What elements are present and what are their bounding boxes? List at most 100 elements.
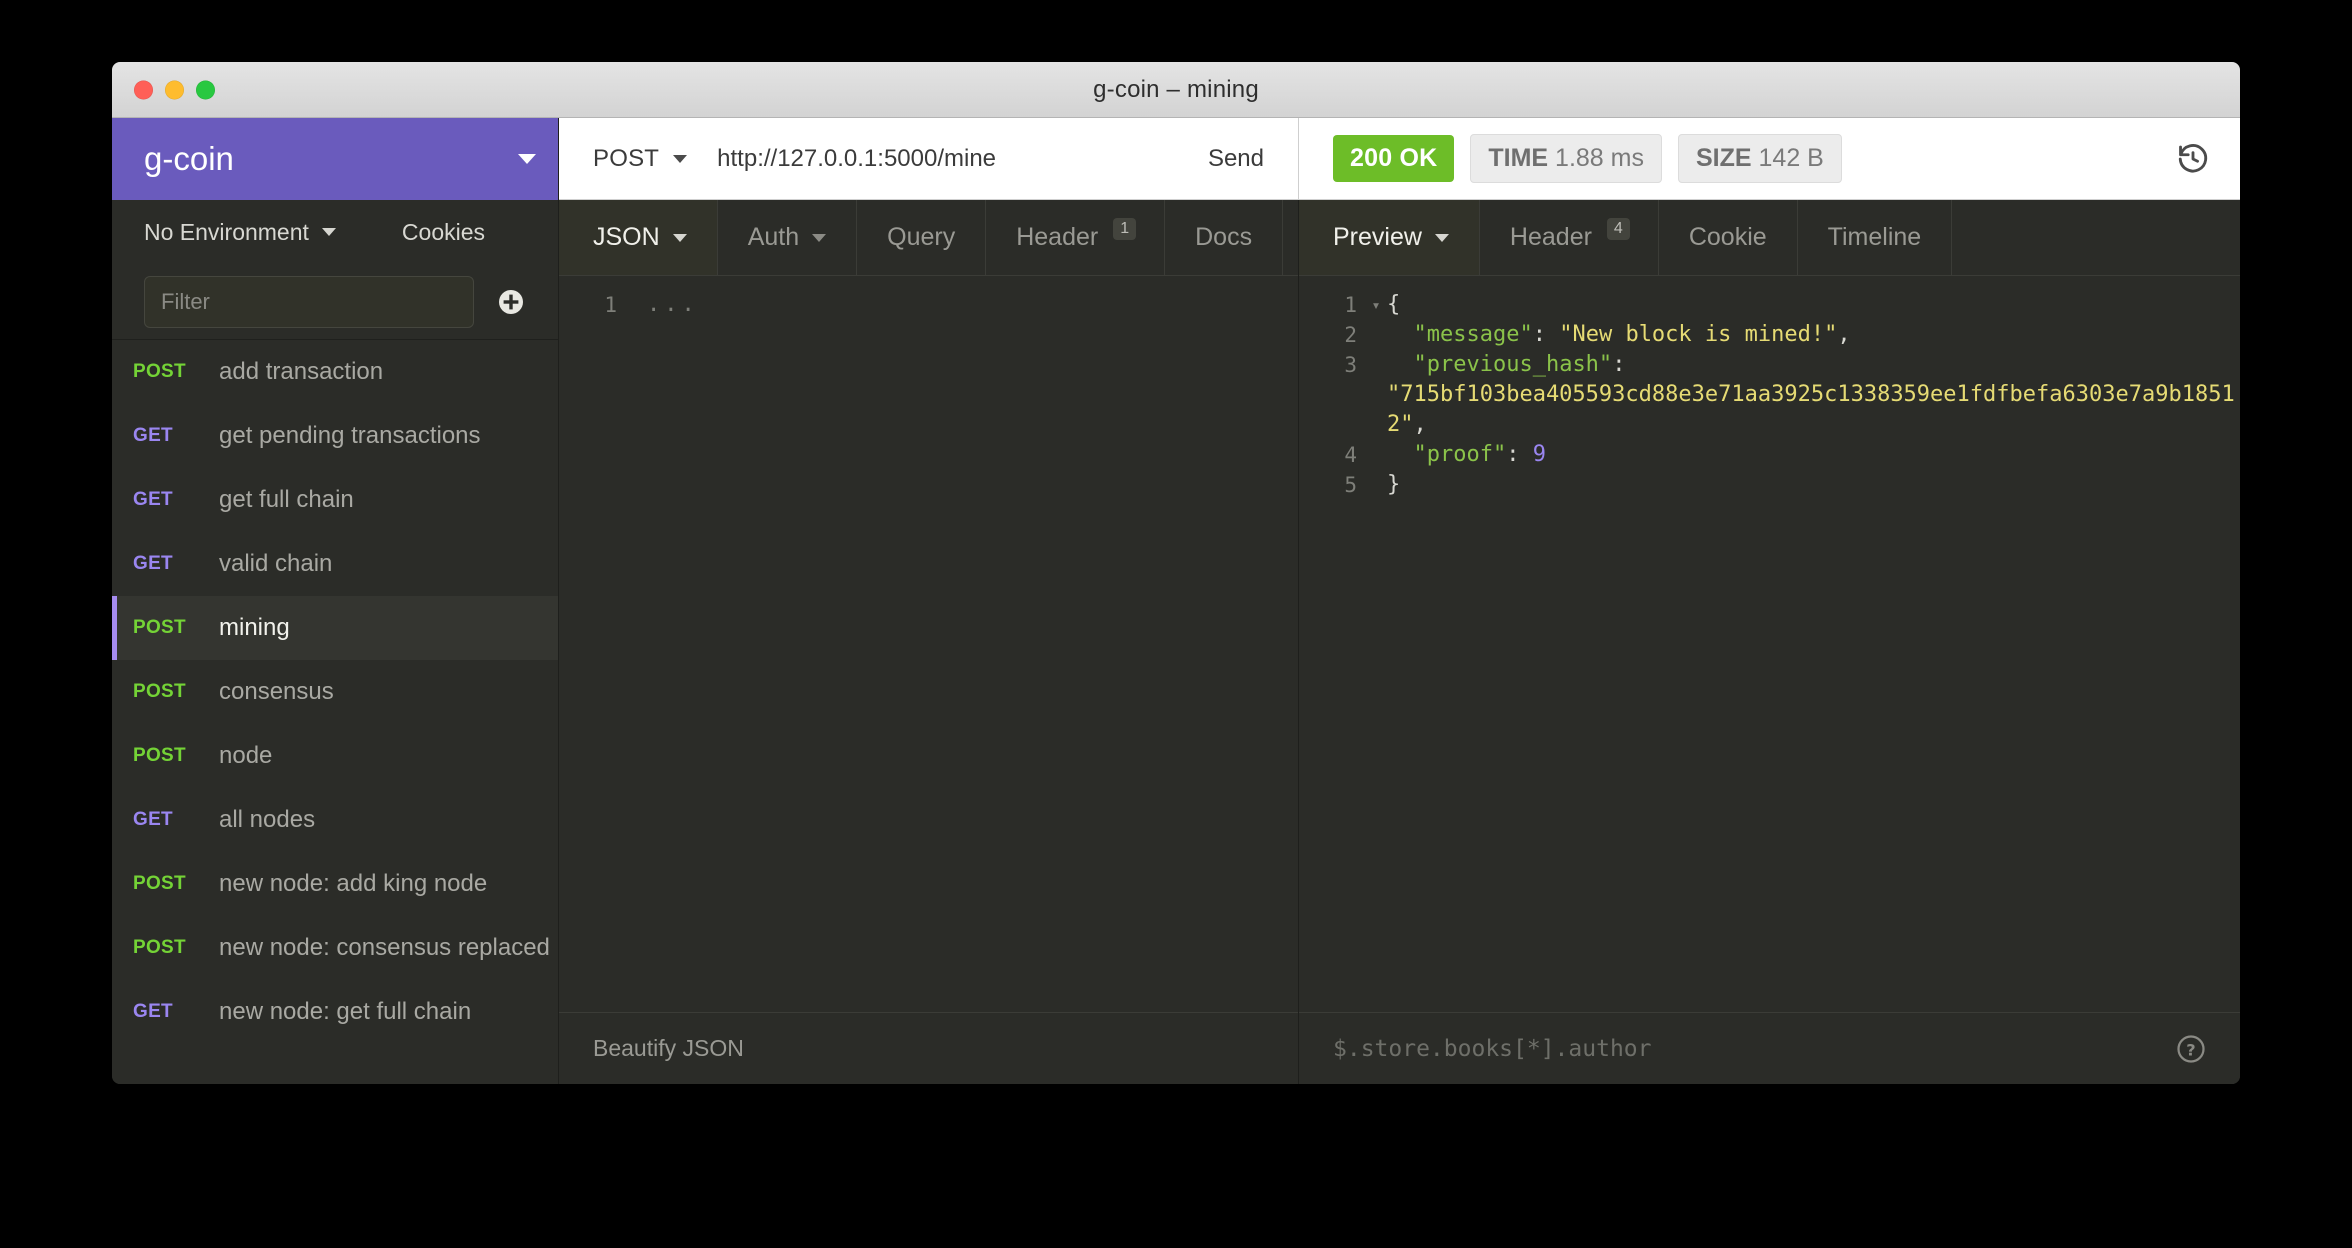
code-line-text: } [1387, 470, 1400, 500]
tab-label: Header [1016, 223, 1098, 252]
request-name-label: new node: add king node [219, 870, 487, 898]
json-token-number: 9 [1533, 442, 1546, 467]
title-bar: g-coin – mining [112, 62, 2240, 118]
line-number: 4 [1309, 440, 1365, 470]
tab-label: JSON [593, 223, 660, 252]
environment-selector[interactable]: No Environment [144, 219, 336, 246]
request-list-item[interactable]: GETget pending transactions [112, 404, 558, 468]
status-badge: 200 OK [1333, 135, 1454, 182]
traffic-lights [134, 80, 215, 99]
tab-label: Auth [748, 223, 799, 252]
request-list-item[interactable]: GETvalid chain [112, 532, 558, 596]
line-number: 3 [1309, 350, 1365, 380]
tab-badge: 1 [1113, 218, 1136, 240]
tab-bar-spacer [1283, 200, 1298, 275]
url-input[interactable] [717, 145, 1188, 173]
request-list-item[interactable]: POSTmining [112, 596, 558, 660]
size-label: SIZE [1696, 144, 1752, 172]
json-token-string: "New block is mined!" [1559, 322, 1837, 347]
request-name-label: node [219, 742, 272, 770]
tab-cookie[interactable]: Cookie [1659, 200, 1798, 275]
tab-badge: 4 [1607, 218, 1630, 240]
time-label: TIME [1488, 144, 1548, 172]
beautify-json-button[interactable]: Beautify JSON [593, 1035, 744, 1062]
send-button[interactable]: Send [1188, 145, 1298, 173]
response-filter-input[interactable] [1333, 1036, 2176, 1062]
tab-preview[interactable]: Preview [1299, 200, 1480, 275]
panes: JSON Auth Query Header 1 Docs 1 ... Beautify … [559, 200, 2240, 1084]
json-token-punct: : [1533, 322, 1560, 347]
environment-bar: No Environment Cookies [112, 200, 558, 264]
chevron-down-icon [1435, 234, 1449, 242]
method-selector[interactable]: POST [593, 145, 687, 173]
window-body: g-coin No Environment Cookies [112, 118, 2240, 1084]
line-number: 1 [1309, 290, 1365, 320]
chevron-down-icon [322, 228, 336, 236]
line-number: 5 [1309, 470, 1365, 500]
tab-timeline[interactable]: Timeline [1798, 200, 1953, 275]
tab-header[interactable]: Header 1 [986, 200, 1165, 275]
code-line: 4 "proof": 9 [1299, 440, 2240, 470]
request-method-label: GET [133, 809, 219, 831]
chevron-down-icon [673, 234, 687, 242]
help-circle-icon[interactable]: ? [2176, 1034, 2206, 1064]
request-list-item[interactable]: POSTnode [112, 724, 558, 788]
request-list-item[interactable]: GETall nodes [112, 788, 558, 852]
code-line-text: "previous_hash": [1387, 350, 1639, 380]
tab-query[interactable]: Query [857, 200, 986, 275]
request-name-label: mining [219, 614, 290, 642]
request-method-label: POST [133, 745, 219, 767]
request-list-item[interactable]: POSTconsensus [112, 660, 558, 724]
tab-auth[interactable]: Auth [718, 200, 857, 275]
request-name-label: new node: consensus replaced [219, 934, 550, 962]
cookies-button[interactable]: Cookies [402, 219, 485, 246]
request-name-label: add transaction [219, 358, 383, 386]
request-method-label: GET [133, 553, 219, 575]
tab-header[interactable]: Header4 [1480, 200, 1659, 275]
svg-text:?: ? [2186, 1040, 2195, 1059]
filter-row [112, 264, 558, 340]
request-body-placeholder: ... [647, 290, 699, 320]
status-section: 200 OK TIME 1.88 ms SIZE 142 B [1299, 118, 2240, 199]
response-body-viewer: 1▾{2 "message": "New block is mined!",3 … [1299, 276, 2240, 1012]
code-line: 5} [1299, 470, 2240, 500]
request-list-item[interactable]: POSTnew node: consensus replaced [112, 916, 558, 980]
request-list-item[interactable]: POSTnew node: add king node [112, 852, 558, 916]
code-line-text: "715bf103bea405593cd88e3e71aa3925c133835… [1387, 380, 2240, 440]
request-footer: Beautify JSON [559, 1012, 1298, 1084]
code-line: 1▾{ [1299, 290, 2240, 320]
tab-label: Query [887, 223, 955, 252]
workspace-header[interactable]: g-coin [112, 118, 558, 200]
request-name-label: get pending transactions [219, 422, 481, 450]
close-window-button[interactable] [134, 80, 153, 99]
maximize-window-button[interactable] [196, 80, 215, 99]
request-list-item[interactable]: GETget full chain [112, 468, 558, 532]
tab-json[interactable]: JSON [559, 200, 718, 275]
response-tab-bar: Preview Header4Cookie Timeline [1299, 200, 2240, 276]
request-name-label: get full chain [219, 486, 354, 514]
tab-label: Docs [1195, 223, 1252, 252]
json-token-string: "715bf103bea405593cd88e3e71aa3925c133835… [1387, 382, 2235, 437]
plus-circle-icon[interactable] [496, 287, 526, 317]
tab-label: Timeline [1828, 223, 1922, 252]
json-token-punct: { [1387, 292, 1400, 317]
history-icon[interactable] [2176, 142, 2210, 176]
tab-bar-spacer [1952, 200, 2240, 275]
request-method-label: POST [133, 617, 219, 639]
time-badge: TIME 1.88 ms [1470, 134, 1662, 183]
request-tab-bar: JSON Auth Query Header 1 Docs [559, 200, 1298, 276]
fold-toggle-icon[interactable]: ▾ [1365, 290, 1387, 320]
request-list-item[interactable]: GETnew node: get full chain [112, 980, 558, 1044]
filter-input[interactable] [144, 276, 474, 328]
tab-docs[interactable]: Docs [1165, 200, 1283, 275]
url-section: POST Send [559, 118, 1299, 199]
environment-label: No Environment [144, 219, 309, 246]
request-method-label: GET [133, 489, 219, 511]
request-list-item[interactable]: POSTadd transaction [112, 340, 558, 404]
code-line-text: "message": "New block is mined!", [1387, 320, 1851, 350]
code-line: 2 "message": "New block is mined!", [1299, 320, 2240, 350]
request-name-label: consensus [219, 678, 334, 706]
request-body-editor[interactable]: 1 ... [559, 276, 1298, 1012]
tab-label: Preview [1333, 223, 1422, 252]
minimize-window-button[interactable] [165, 80, 184, 99]
